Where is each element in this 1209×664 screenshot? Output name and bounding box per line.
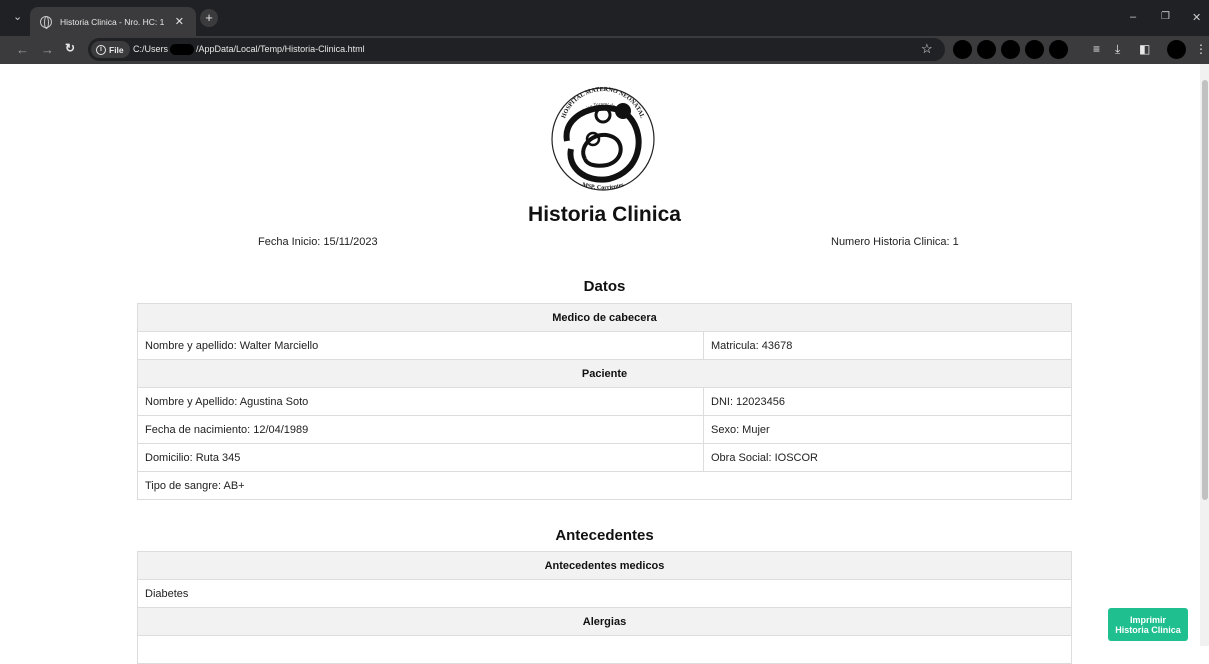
table-row: Domicilio: Ruta 345 Obra Social: IOSCOR — [137, 443, 1072, 472]
print-button-line2: Historia Clinica — [1115, 625, 1181, 635]
extension-icon[interactable] — [953, 40, 972, 59]
print-button[interactable]: Imprimir Historia Clinica — [1108, 608, 1188, 641]
datos-table: Medico de cabecera Nombre y apellido: Wa… — [137, 303, 1072, 500]
table-row: Diabetes — [137, 579, 1072, 608]
tab-title: Historia Clinica - Nro. HC: 1 — [60, 16, 165, 27]
url-prefix: C:/Users — [133, 44, 169, 54]
paciente-dni: DNI: 12023456 — [703, 387, 1072, 416]
svg-text:MSP. Corrientes: MSP. Corrientes — [581, 182, 625, 191]
browser-toolbar: ← → ↻ i File C:/Users/AppData/Local/Temp… — [0, 36, 1209, 64]
table-row: Nombre y apellido: Walter Marciello Matr… — [137, 331, 1072, 360]
medico-matricula: Matricula: 43678 — [703, 331, 1072, 360]
table-row: Nombre y Apellido: Agustina Soto DNI: 12… — [137, 387, 1072, 416]
logo-text-bottom: MSP. Corrientes — [581, 182, 625, 191]
paciente-domicilio: Domicilio: Ruta 345 — [137, 443, 704, 472]
paciente-header: Paciente — [137, 359, 1072, 388]
new-tab-button[interactable]: + — [200, 9, 218, 27]
table-row: Alergias — [137, 607, 1072, 636]
section-title-datos: Datos — [583, 278, 626, 295]
url-suffix: /AppData/Local/Temp/Historia-Clinica.htm… — [196, 44, 365, 54]
alergias-header: Alergias — [137, 607, 1072, 636]
paciente-obra-social: Obra Social: IOSCOR — [703, 443, 1072, 472]
hospital-logo: HOSPITAL MATERNO NEONATAL Eloisa Torrent… — [551, 86, 655, 191]
file-chip-label: File — [109, 44, 124, 55]
globe-icon — [40, 15, 52, 29]
profile-avatar[interactable] — [1167, 40, 1186, 59]
paciente-tipo-sangre: Tipo de sangre: AB+ — [137, 471, 1072, 500]
download-icon[interactable]: ⤓ — [1115, 42, 1120, 57]
url-text: C:/Users/AppData/Local/Temp/Historia-Cli… — [133, 44, 365, 56]
more-menu-icon[interactable]: ⋮ — [1195, 42, 1207, 56]
table-row: Medico de cabecera — [137, 303, 1072, 332]
antecedentes-table: Antecedentes medicos Diabetes Alergias — [137, 551, 1072, 664]
antecedentes-medicos-value: Diabetes — [137, 579, 1072, 608]
tab-search-icon[interactable]: ⌄ — [13, 10, 22, 23]
alergias-value — [137, 635, 1072, 664]
extension-icon[interactable] — [1025, 40, 1044, 59]
medico-header: Medico de cabecera — [137, 303, 1072, 332]
table-row — [137, 635, 1072, 664]
extensions-group — [953, 40, 1068, 59]
print-button-line1: Imprimir — [1129, 615, 1166, 625]
fecha-inicio: Fecha Inicio: 15/11/2023 — [258, 236, 378, 248]
antecedentes-medicos-header: Antecedentes medicos — [137, 551, 1072, 580]
address-bar[interactable]: i File C:/Users/AppData/Local/Temp/Histo… — [88, 38, 945, 61]
section-title-antecedentes: Antecedentes — [555, 527, 654, 544]
browser-tab-bar: ⌄ Historia Clinica - Nro. HC: 1 ✕ + – ❐ … — [0, 0, 1209, 36]
window-close-icon[interactable]: ✕ — [1192, 11, 1201, 24]
reading-list-icon[interactable]: ≡ — [1093, 42, 1100, 56]
extension-icon[interactable] — [1049, 40, 1068, 59]
site-info-chip[interactable]: i File — [91, 41, 130, 58]
table-row: Tipo de sangre: AB+ — [137, 471, 1072, 500]
reload-icon[interactable]: ↻ — [65, 41, 75, 55]
restore-icon[interactable]: ❐ — [1161, 11, 1170, 22]
extension-icon[interactable] — [977, 40, 996, 59]
redacted-username — [170, 44, 195, 56]
tab-close-icon[interactable]: ✕ — [175, 15, 184, 28]
bookmark-star-icon[interactable]: ☆ — [921, 41, 933, 57]
table-row: Fecha de nacimiento: 12/04/1989 Sexo: Mu… — [137, 415, 1072, 444]
paciente-nombre: Nombre y Apellido: Agustina Soto — [137, 387, 704, 416]
medico-nombre: Nombre y apellido: Walter Marciello — [137, 331, 704, 360]
side-panel-icon[interactable]: ◧ — [1139, 42, 1150, 56]
paciente-sexo: Sexo: Mujer — [703, 415, 1072, 444]
table-row: Paciente — [137, 359, 1072, 388]
table-row: Antecedentes medicos — [137, 551, 1072, 580]
extension-icon[interactable] — [1001, 40, 1020, 59]
minimize-icon[interactable]: – — [1130, 11, 1136, 23]
info-icon: i — [96, 44, 106, 55]
forward-icon[interactable]: → — [41, 42, 54, 57]
browser-tab[interactable]: Historia Clinica - Nro. HC: 1 ✕ — [30, 7, 196, 36]
numero-historia-clinica: Numero Historia Clinica: 1 — [831, 236, 959, 248]
page-title: Historia Clinica — [528, 203, 681, 226]
back-icon[interactable]: ← — [16, 42, 29, 57]
paciente-nacimiento: Fecha de nacimiento: 12/04/1989 — [137, 415, 704, 444]
